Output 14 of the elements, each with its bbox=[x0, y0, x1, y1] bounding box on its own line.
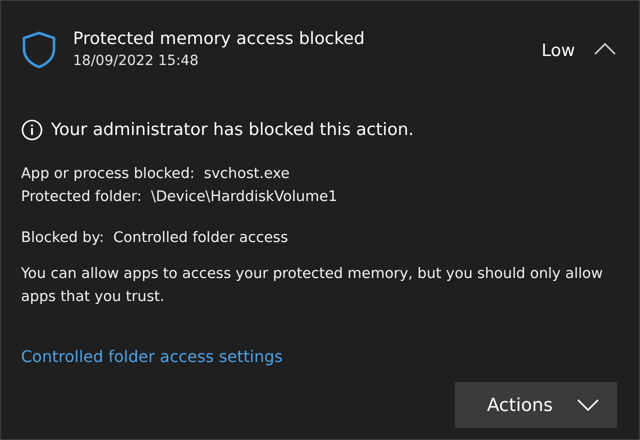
detail-text: Protected folder: \Device\HarddiskVolume1 bbox=[21, 188, 338, 207]
severity-label: Low bbox=[542, 41, 575, 61]
alert-timestamp: 18/09/2022 15:48 bbox=[73, 52, 200, 71]
description-text: You can allow apps to access your protected memory, but you should only allow apps that you trust. bbox=[21, 265, 604, 307]
info-message: Your administrator has blocked this action. bbox=[51, 120, 414, 140]
settings-link[interactable]: Controlled folder access settings bbox=[21, 347, 283, 366]
info-icon bbox=[21, 119, 43, 141]
collapse-button[interactable] bbox=[593, 41, 617, 57]
alert-title: Protected memory access blocked bbox=[73, 28, 366, 51]
blocked-by-text: Blocked by: Controlled folder access bbox=[21, 229, 290, 248]
actions-button[interactable]: Actions bbox=[455, 382, 617, 428]
shield-icon bbox=[21, 31, 57, 69]
caret-icon bbox=[577, 399, 599, 411]
detail-text: App or process blocked: svchost.exe bbox=[21, 165, 291, 184]
